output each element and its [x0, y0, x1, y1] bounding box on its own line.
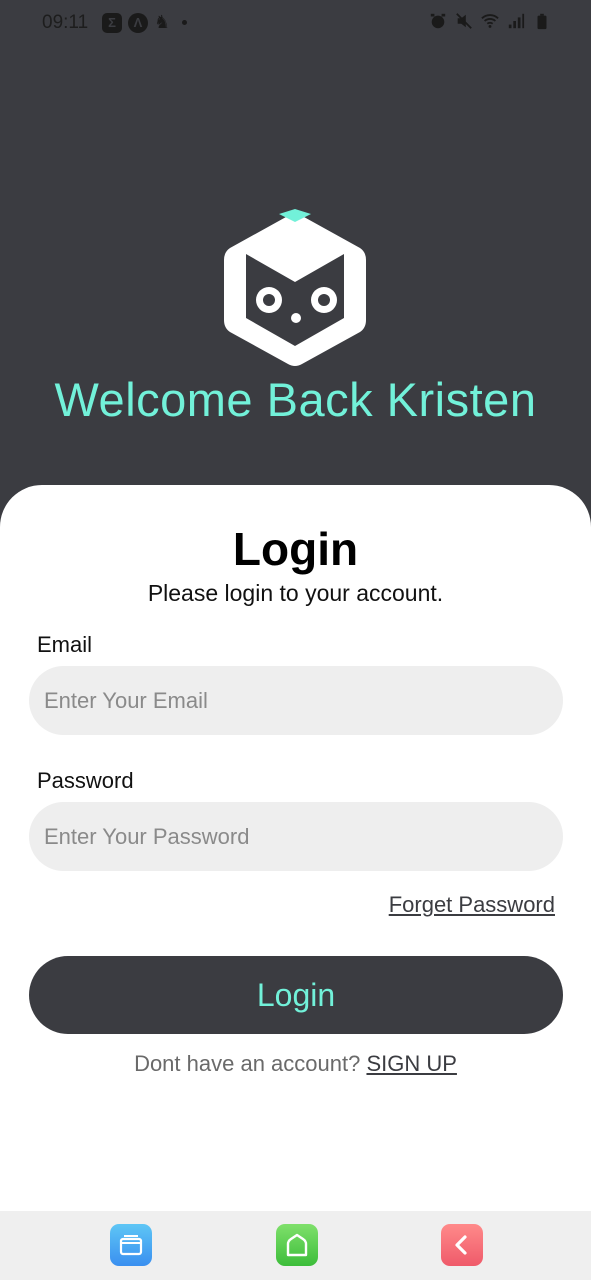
lambda-icon: Λ [128, 12, 148, 33]
status-icons-left: Σ Λ ♞ [102, 12, 188, 33]
email-label: Email [37, 632, 93, 657]
status-time: 09:11 [42, 12, 89, 33]
password-field[interactable] [29, 802, 563, 871]
signup-link[interactable]: SIGN UP [366, 1051, 456, 1076]
mute-icon [456, 13, 472, 29]
alarm-icon [430, 13, 446, 29]
status-icons-right [429, 12, 551, 30]
sigma-icon: Σ [102, 12, 122, 33]
signup-prompt: Dont have an account? [134, 1051, 361, 1076]
recent-apps-button[interactable] [110, 1224, 152, 1266]
signup-row: Dont have an account? SIGN UP [0, 1051, 591, 1077]
login-subtitle: Please login to your account. [147, 580, 444, 606]
notification-dot-icon [182, 20, 188, 25]
navigation-bar [0, 1211, 591, 1280]
email-field[interactable] [29, 666, 563, 735]
status-bar: 09:11 Σ Λ ♞ [0, 0, 591, 46]
password-label: Password [37, 768, 134, 793]
home-button[interactable] [276, 1224, 318, 1266]
back-button[interactable] [441, 1224, 483, 1266]
login-title: Login [232, 523, 359, 575]
home-icon [286, 1233, 308, 1257]
recent-apps-icon [119, 1235, 143, 1256]
login-button[interactable]: Login [29, 956, 563, 1034]
owl-cube-logo [224, 209, 366, 366]
battery-icon [537, 13, 547, 30]
wifi-icon [481, 14, 499, 28]
back-icon [455, 1235, 467, 1255]
welcome-heading: Welcome Back Kristen [54, 373, 537, 426]
signal-icon [508, 13, 525, 29]
forget-password-link[interactable]: Forget Password [389, 892, 555, 918]
person-icon: ♞ [154, 12, 171, 32]
